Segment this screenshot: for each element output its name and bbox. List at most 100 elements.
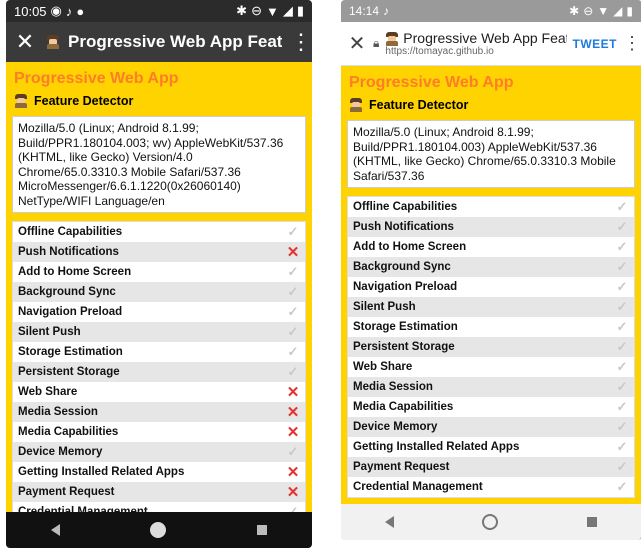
feature-row: Add to Home Screen ✓ bbox=[348, 237, 634, 257]
cross-icon: ✕ bbox=[286, 404, 300, 421]
bluetooth-icon: ✱ bbox=[236, 3, 248, 18]
overflow-menu-icon[interactable]: ⋮ bbox=[623, 33, 641, 54]
feature-row: Offline Capabilities ✓ bbox=[13, 222, 305, 242]
overflow-menu-icon[interactable]: ⋮ bbox=[290, 29, 312, 55]
checkmark-icon: ✓ bbox=[616, 219, 628, 234]
toolbar-title-block: Progressive Web App Feat... https://toma… bbox=[385, 30, 566, 57]
home-icon[interactable] bbox=[150, 522, 167, 538]
feature-row: Device Memory ✓ bbox=[348, 417, 634, 437]
wifi-icon: ▼ bbox=[597, 4, 610, 18]
status-bar: 14:14 ♪ ✱ ⊖ ▼ ◢ ▮ bbox=[341, 0, 641, 22]
feature-name: Push Notifications bbox=[353, 221, 454, 233]
detective-icon bbox=[46, 35, 60, 49]
feature-row: Media Capabilities ✓ bbox=[348, 397, 634, 417]
back-icon[interactable] bbox=[385, 516, 395, 528]
checkmark-icon: ✓ bbox=[287, 444, 299, 459]
dot-icon: ● bbox=[76, 3, 85, 19]
feature-name: Web Share bbox=[353, 361, 413, 373]
feature-name: Storage Estimation bbox=[18, 346, 123, 358]
recents-icon[interactable] bbox=[586, 517, 597, 527]
feature-name: Credential Management bbox=[353, 481, 483, 493]
feature-name: Add to Home Screen bbox=[18, 266, 132, 278]
wifi-icon: ▼ bbox=[265, 3, 279, 19]
feature-name: Add to Home Screen bbox=[353, 241, 467, 253]
status-time: 14:14 bbox=[349, 4, 380, 18]
feature-row: Credential Management ✓ bbox=[348, 477, 634, 497]
page-content: Progressive Web App Feature Detector Moz… bbox=[341, 74, 641, 498]
feature-row: Background Sync ✓ bbox=[13, 282, 305, 302]
feature-row: Background Sync ✓ bbox=[348, 257, 634, 277]
checkmark-icon: ✓ bbox=[616, 279, 628, 294]
checkmark-icon: ✓ bbox=[616, 199, 628, 214]
feature-row: Payment Request ✓ bbox=[348, 457, 634, 477]
feature-name: Web Share bbox=[18, 386, 78, 398]
subtitle-text: Feature Detector bbox=[369, 98, 469, 112]
checkmark-icon: ✓ bbox=[616, 339, 628, 354]
feature-name: Push Notifications bbox=[18, 246, 119, 258]
feature-row: Media Session ✕ bbox=[13, 402, 305, 422]
feature-name: Media Session bbox=[18, 406, 98, 418]
back-icon[interactable] bbox=[51, 524, 61, 536]
subtitle-text: Feature Detector bbox=[34, 94, 134, 108]
feature-row: Storage Estimation ✓ bbox=[348, 317, 634, 337]
system-nav-bar bbox=[341, 504, 641, 540]
feature-row: Getting Installed Related Apps ✓ bbox=[348, 437, 634, 457]
feature-name: Getting Installed Related Apps bbox=[18, 466, 185, 478]
checkmark-icon: ✓ bbox=[616, 259, 628, 274]
close-icon[interactable]: ✕ bbox=[12, 29, 38, 55]
feature-name: Silent Push bbox=[18, 326, 81, 338]
feature-row: Device Memory ✓ bbox=[13, 442, 305, 462]
webview-toolbar: ✕ Progressive Web App Feature D... ⋮ bbox=[6, 22, 312, 62]
checkmark-icon: ✓ bbox=[616, 319, 628, 334]
detective-icon bbox=[14, 94, 28, 108]
dnd-icon: ⊖ bbox=[583, 4, 594, 18]
feature-row: Storage Estimation ✓ bbox=[13, 342, 305, 362]
close-icon[interactable]: ✕ bbox=[347, 31, 367, 56]
tweet-button[interactable]: TWEET bbox=[573, 37, 618, 51]
checkmark-icon: ✓ bbox=[616, 459, 628, 474]
bluetooth-icon: ✱ bbox=[569, 4, 580, 18]
checkmark-icon: ✓ bbox=[616, 479, 628, 494]
subtitle: Feature Detector bbox=[349, 98, 635, 112]
toolbar-title: Progressive Web App Feat... bbox=[385, 30, 567, 47]
cross-icon: ✕ bbox=[286, 484, 300, 501]
feature-name: Media Session bbox=[353, 381, 433, 393]
feature-name: Payment Request bbox=[353, 461, 450, 473]
feature-row: Navigation Preload ✓ bbox=[13, 302, 305, 322]
feature-list: Offline Capabilities ✓ Push Notifications ✕… bbox=[12, 221, 306, 523]
checkmark-icon: ✓ bbox=[287, 304, 299, 319]
checkmark-icon: ✓ bbox=[287, 284, 299, 299]
feature-name: Persistent Storage bbox=[18, 366, 120, 378]
subtitle: Feature Detector bbox=[14, 94, 306, 108]
toolbar-url: https://tomayac.github.io bbox=[385, 46, 494, 58]
detective-icon bbox=[349, 98, 363, 112]
cross-icon: ✕ bbox=[286, 244, 300, 261]
status-time: 10:05 bbox=[14, 3, 47, 19]
home-icon[interactable] bbox=[482, 514, 499, 530]
chrome-custom-tab-screen: 14:14 ♪ ✱ ⊖ ▼ ◢ ▮ ✕ 🔒︎ Progressive Web A… bbox=[341, 0, 641, 540]
recents-icon[interactable] bbox=[256, 525, 267, 535]
cross-icon: ✕ bbox=[286, 464, 300, 481]
checkmark-icon: ✓ bbox=[616, 399, 628, 414]
custom-tab-toolbar: ✕ 🔒︎ Progressive Web App Feat... https:/… bbox=[341, 22, 641, 66]
app-title: Progressive Web App bbox=[349, 74, 514, 91]
feature-name: Media Capabilities bbox=[353, 401, 454, 413]
feature-row: Offline Capabilities ✓ bbox=[348, 197, 634, 217]
feature-row: Push Notifications ✓ bbox=[348, 217, 634, 237]
feature-name: Device Memory bbox=[353, 421, 438, 433]
checkmark-icon: ✓ bbox=[616, 439, 628, 454]
lock-icon: 🔒︎ bbox=[373, 36, 380, 50]
feature-row: Media Session ✓ bbox=[348, 377, 634, 397]
battery-icon: ▮ bbox=[296, 3, 304, 18]
toolbar-title: Progressive Web App Feature D... bbox=[68, 32, 282, 51]
user-agent-box: Mozilla/5.0 (Linux; Android 8.1.99; Buil… bbox=[12, 116, 306, 213]
feature-row: Payment Request ✕ bbox=[13, 482, 305, 502]
cross-icon: ✕ bbox=[286, 424, 300, 441]
feature-row: Silent Push ✓ bbox=[348, 297, 634, 317]
tiktok-icon: ♪ bbox=[65, 3, 73, 19]
feature-row: Silent Push ✓ bbox=[13, 322, 305, 342]
checkmark-icon: ✓ bbox=[616, 299, 628, 314]
cross-icon: ✕ bbox=[286, 384, 300, 401]
dnd-icon: ⊖ bbox=[251, 3, 262, 18]
app-title: Progressive Web App bbox=[14, 70, 179, 87]
